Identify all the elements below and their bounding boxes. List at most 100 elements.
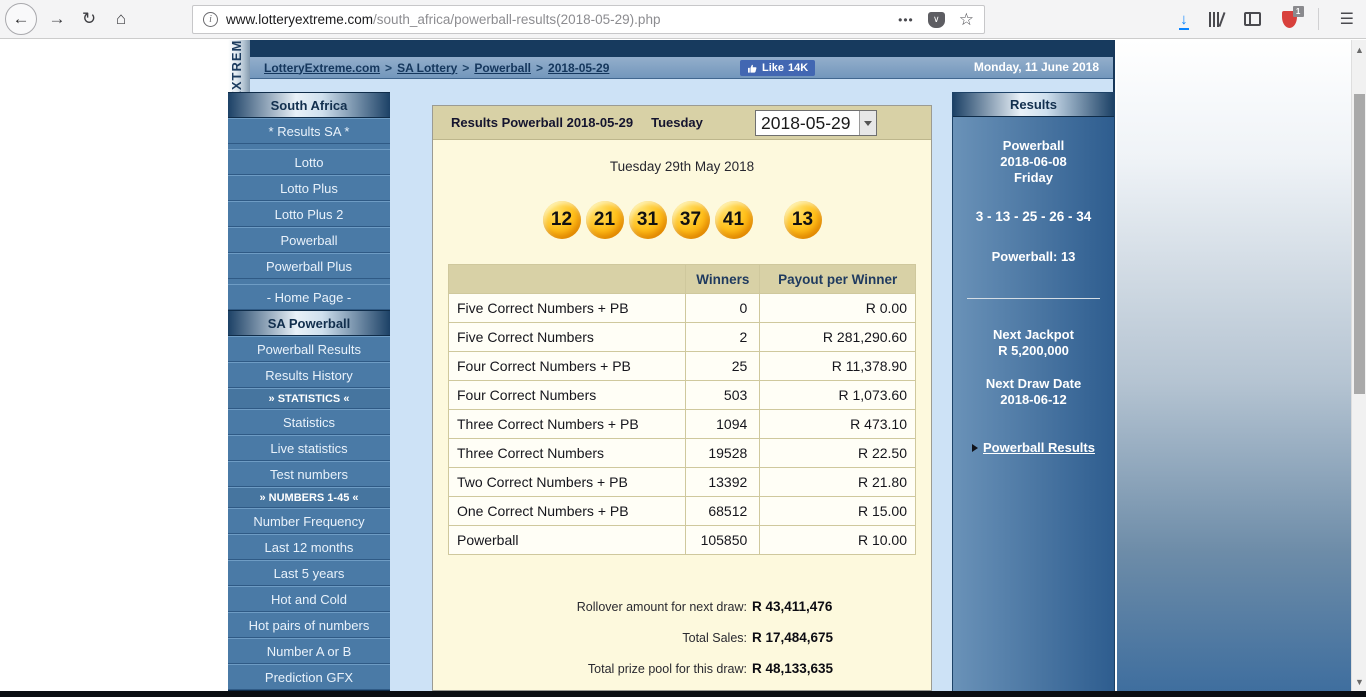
chevron-down-icon[interactable] <box>859 111 876 135</box>
reload-icon[interactable]: ↻ <box>74 4 104 34</box>
menu-item-results-history[interactable]: Results History <box>228 362 390 388</box>
sidebar-toggle-icon[interactable] <box>1243 12 1261 26</box>
screen: ← → ↻ ⌂ i www.lotteryextreme.com/south_a… <box>0 0 1366 697</box>
menu-item-powerball-plus[interactable]: Powerball Plus <box>228 253 390 279</box>
vertical-scrollbar[interactable]: ▲ ▼ <box>1351 40 1366 697</box>
menu-label-statistics: » STATISTICS « <box>228 388 390 409</box>
payout-amount: R 473.10 <box>759 409 916 439</box>
stat-label: Rollover amount for next draw: <box>576 600 747 614</box>
like-label: Like <box>762 62 785 74</box>
shield-badge: 1 <box>1292 5 1304 17</box>
powerball-results-link[interactable]: Powerball Results <box>953 440 1114 455</box>
results-header-bar: Results Powerball 2018-05-29 Tuesday 201… <box>433 106 931 140</box>
menu-item-prediction-gfx[interactable]: Prediction GFX <box>228 664 390 690</box>
menu-item-lotto-plus-2[interactable]: Lotto Plus 2 <box>228 201 390 227</box>
toolbar-divider <box>1317 8 1319 30</box>
breadcrumb: LotteryExtreme.com > SA Lottery > Powerb… <box>250 61 609 75</box>
menu-item-test-numbers[interactable]: Test numbers <box>228 461 390 487</box>
draw-stats: Rollover amount for next draw: R 43,411,… <box>433 599 931 697</box>
site-info-icon[interactable]: i <box>203 12 218 27</box>
page-actions-icon[interactable]: ••• <box>898 13 914 27</box>
menu-item-powerball[interactable]: Powerball <box>228 227 390 253</box>
scrollbar-thumb[interactable] <box>1354 94 1365 394</box>
next-draw-label: Next Draw Date <box>985 376 1082 391</box>
hamburger-menu-icon[interactable]: ☰ <box>1340 9 1354 29</box>
menu-header-sa-powerball: SA Powerball <box>228 310 390 336</box>
results-panel-header: Results <box>953 93 1114 117</box>
menu-item-powerball-results[interactable]: Powerball Results <box>228 336 390 362</box>
url-bar[interactable]: i www.lotteryextreme.com/south_africa/po… <box>192 5 985 34</box>
results-panel: Results Powerball 2018-06-08 Friday 3 - … <box>952 92 1115 697</box>
browser-toolbar: ← → ↻ ⌂ i www.lotteryextreme.com/south_a… <box>0 0 1366 39</box>
payout-amount: R 15.00 <box>759 496 916 526</box>
menu-item-hot-pairs[interactable]: Hot pairs of numbers <box>228 612 390 638</box>
prize-tier: Four Correct Numbers + PB <box>447 351 687 381</box>
winners-count: 68512 <box>685 496 761 526</box>
breadcrumb-home-link[interactable]: LotteryExtreme.com <box>264 61 380 75</box>
lotto-ball: 41 <box>714 201 753 239</box>
scroll-up-icon[interactable]: ▲ <box>1352 42 1366 57</box>
winners-count: 19528 <box>685 438 761 468</box>
menu-item-last-5-years[interactable]: Last 5 years <box>228 560 390 586</box>
scroll-down-icon[interactable]: ▼ <box>1352 674 1366 689</box>
date-select[interactable]: 2018-05-29 <box>755 110 877 136</box>
header-winners: Winners <box>685 264 761 294</box>
breadcrumb-sa-lottery-link[interactable]: SA Lottery <box>397 61 457 75</box>
triangle-bullet-icon <box>972 443 978 452</box>
adblock-shield-icon[interactable]: 1 <box>1281 5 1304 28</box>
latest-powerball: Powerball: 13 <box>991 249 1076 264</box>
menu-item-statistics[interactable]: Statistics <box>228 409 390 435</box>
prize-tier: Four Correct Numbers <box>447 380 687 410</box>
menu-item-results-sa[interactable]: * Results SA * <box>228 118 390 144</box>
table-header-row: Winners Payout per Winner <box>447 264 916 294</box>
downloads-icon[interactable]: ↓ <box>1179 11 1189 30</box>
menu-header-south-africa: South Africa <box>228 92 390 118</box>
like-count: 14K <box>788 62 809 74</box>
breadcrumb-date-link[interactable]: 2018-05-29 <box>548 61 609 75</box>
stat-prize-pool: Total prize pool for this draw: R 48,133… <box>433 661 931 676</box>
breadcrumb-powerball-link[interactable]: Powerball <box>474 61 531 75</box>
winners-count: 1094 <box>685 409 761 439</box>
library-icon[interactable] <box>1208 11 1226 27</box>
facebook-like-button[interactable]: Like 14K <box>740 60 816 76</box>
winners-count: 503 <box>685 380 761 410</box>
menu-item-last-12-months[interactable]: Last 12 months <box>228 534 390 560</box>
back-icon[interactable]: ← <box>5 3 37 35</box>
top-navy-bar <box>250 40 1113 57</box>
latest-draw-day: Friday <box>1013 170 1053 185</box>
latest-numbers: 3 - 13 - 25 - 26 - 34 <box>975 209 1092 224</box>
menu-item-hot-and-cold[interactable]: Hot and Cold <box>228 586 390 612</box>
page-title: Results Powerball 2018-05-29 <box>451 115 634 130</box>
menu-item-home-page[interactable]: - Home Page - <box>228 284 390 310</box>
menu-label-numbers-1-45: » NUMBERS 1-45 « <box>228 487 390 508</box>
latest-draw-date: 2018-06-08 <box>1000 154 1067 169</box>
payout-amount: R 10.00 <box>759 525 916 555</box>
forward-icon[interactable]: → <box>42 4 72 34</box>
payout-amount: R 1,073.60 <box>759 380 916 410</box>
url-text[interactable]: www.lotteryextreme.com/south_africa/powe… <box>226 12 898 27</box>
draw-date-line: Tuesday 29th May 2018 <box>609 159 755 174</box>
table-row: Four Correct Numbers 503 R 1,073.60 <box>447 380 916 410</box>
header-category <box>447 264 687 294</box>
menu-item-lotto-plus[interactable]: Lotto Plus <box>228 175 390 201</box>
table-row: Three Correct Numbers + PB 1094 R 473.10 <box>447 409 916 439</box>
menu-item-live-statistics[interactable]: Live statistics <box>228 435 390 461</box>
winners-count: 25 <box>685 351 761 381</box>
payout-amount: R 21.80 <box>759 467 916 497</box>
powerball-ball: 13 <box>783 201 822 239</box>
menu-item-lotto[interactable]: Lotto <box>228 149 390 175</box>
header-payout: Payout per Winner <box>759 264 916 294</box>
pocket-icon[interactable]: ∨ <box>927 11 945 28</box>
table-row: Three Correct Numbers 19528 R 22.50 <box>447 438 916 468</box>
url-path: /south_africa/powerball-results(2018-05-… <box>373 12 661 27</box>
breadcrumb-separator: > <box>462 60 470 75</box>
payout-table: Winners Payout per Winner Five Correct N… <box>447 264 916 555</box>
stat-label: Total Sales: <box>682 631 747 645</box>
stat-value: R 17,484,675 <box>752 630 834 645</box>
menu-item-number-a-or-b[interactable]: Number A or B <box>228 638 390 664</box>
home-icon[interactable]: ⌂ <box>106 4 136 34</box>
table-row: Four Correct Numbers + PB 25 R 11,378.90 <box>447 351 916 381</box>
menu-item-number-frequency[interactable]: Number Frequency <box>228 508 390 534</box>
stat-label: Total prize pool for this draw: <box>587 662 747 676</box>
bookmark-star-icon[interactable]: ☆ <box>959 10 974 30</box>
